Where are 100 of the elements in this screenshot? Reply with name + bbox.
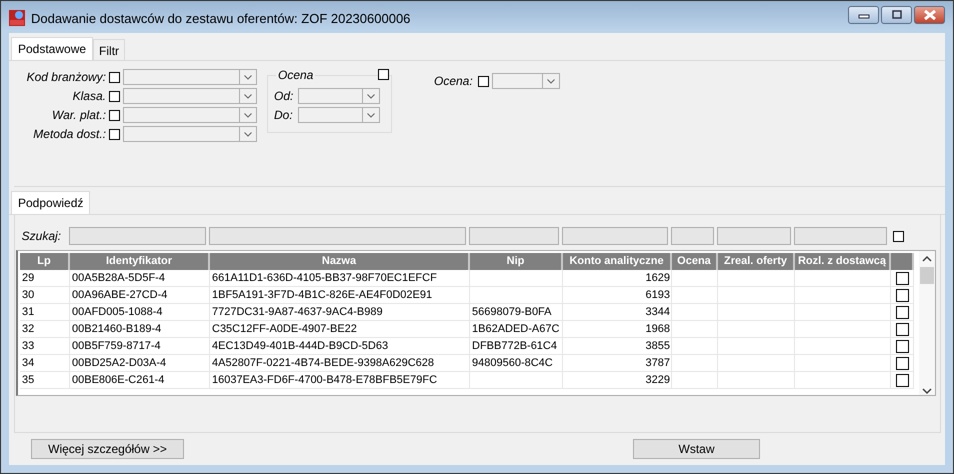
filter-label: Klasa.	[72, 89, 106, 103]
table-cell: 1B62ADED-A67C	[470, 321, 563, 338]
search-field[interactable]	[469, 227, 559, 245]
table-cell: 6193	[563, 287, 672, 304]
table-cell: 00B5F759-8717-4	[70, 338, 210, 355]
table-cell: 1629	[563, 270, 672, 287]
app-icon	[9, 10, 25, 26]
tab[interactable]: Filtr	[93, 39, 126, 60]
table-cell: 4EC13D49-401B-444D-B9CD-5D63	[210, 338, 470, 355]
table-cell	[672, 372, 718, 389]
close-button[interactable]	[914, 6, 945, 24]
checkbox[interactable]	[896, 356, 909, 370]
checkbox[interactable]	[478, 76, 489, 86]
column-header[interactable]: Zreal. oferty	[718, 253, 795, 270]
table-cell: 1968	[563, 321, 672, 338]
close-icon	[922, 10, 936, 20]
chevron-icon	[244, 132, 252, 136]
table-cell: 34	[20, 355, 70, 372]
checkbox[interactable]	[109, 110, 120, 120]
search-field[interactable]	[794, 227, 887, 245]
table-cell: 3787	[563, 355, 672, 372]
chevron-icon	[546, 78, 555, 84]
tab[interactable]: Podstawowe	[11, 37, 94, 60]
table-cell: 56698079-B0FA	[470, 304, 563, 321]
details-button[interactable]: Więcej szczegółów >>	[31, 439, 184, 459]
table-cell: 3229	[563, 372, 672, 389]
column-header[interactable]: Nip	[470, 253, 563, 270]
maximize-icon	[890, 10, 902, 20]
table-cell: 94809560-8C4C	[470, 355, 563, 372]
scroll-up-icon[interactable]	[922, 255, 932, 263]
checkbox[interactable]	[109, 72, 120, 82]
table-cell: 00A96ABE-27CD-4	[70, 287, 210, 304]
table-cell	[672, 287, 718, 304]
table-cell: 4A52807F-0221-4B74-BEDE-9398A629C628	[210, 355, 470, 372]
checkbox[interactable]	[896, 374, 909, 386]
column-header[interactable]: Identyfikator	[70, 253, 210, 270]
table-cell: 16037EA3-FD6F-4700-B478-E78BFB5E79FC	[210, 372, 470, 389]
to-label: Do:	[274, 108, 294, 122]
table-cell: 1BF5A191-3F7D-4B1C-826E-AE4F0D02E91	[210, 287, 470, 304]
table-cell: C35C12FF-A0DE-4907-BE22	[210, 321, 470, 338]
table-cell: 661A11D1-636D-4105-BB37-98F70EC1EFCF	[210, 270, 470, 287]
checkbox[interactable]	[896, 288, 909, 302]
from-label: Od:	[274, 89, 294, 103]
table-cell	[672, 338, 718, 355]
minimize-button[interactable]	[848, 6, 879, 24]
search-field[interactable]	[562, 227, 668, 245]
scroll-thumb[interactable]	[920, 267, 934, 284]
table-cell	[672, 355, 718, 372]
table-cell	[672, 270, 718, 287]
table-cell: 29	[20, 270, 70, 287]
column-header[interactable]: Ocena	[672, 253, 718, 270]
search-field[interactable]	[671, 227, 714, 245]
table-cell: 35	[20, 372, 70, 389]
checkbox[interactable]	[109, 128, 120, 140]
chevron-icon	[367, 112, 375, 118]
table-cell: 32	[20, 321, 70, 338]
search-label: Szukaj:	[20, 229, 61, 243]
chevron-icon	[244, 112, 252, 118]
filter-label: Kod branżowy:	[26, 70, 106, 84]
chevron-icon	[244, 74, 252, 80]
table-cell	[672, 321, 718, 338]
search-field[interactable]	[717, 227, 791, 245]
scroll-down-icon[interactable]	[922, 387, 932, 395]
search-field[interactable]	[209, 227, 466, 245]
column-header[interactable]: Lp	[20, 253, 70, 270]
table-cell: 3344	[563, 304, 672, 321]
tab[interactable]: Podpowiedź	[11, 191, 90, 214]
checkbox[interactable]	[896, 272, 909, 284]
table-cell: 30	[20, 287, 70, 304]
table-cell: 00A5B28A-5D5F-4	[70, 270, 210, 287]
filter-label: Metoda dost.:	[32, 127, 106, 141]
table-cell: 3855	[563, 338, 672, 355]
chevron-icon	[244, 94, 252, 98]
table-cell: 00BD25A2-D03A-4	[70, 355, 210, 372]
window-title: Dodawanie dostawców do zestawu oferentów: ZOF 20230600006	[31, 10, 410, 26]
table-cell: 7727DC31-9A87-4637-9AC4-B989	[210, 304, 470, 321]
column-header[interactable]: Konto analityczne	[563, 253, 672, 270]
checkbox[interactable]	[378, 69, 389, 80]
scrollbar[interactable]	[919, 251, 935, 395]
checkbox[interactable]	[896, 306, 909, 318]
grade-label: Ocena:	[434, 74, 473, 88]
column-header[interactable]: Nazwa	[210, 253, 470, 270]
checkbox[interactable]	[896, 322, 909, 336]
table-cell: 00AFD005-1088-4	[70, 304, 210, 321]
table-cell: 31	[20, 304, 70, 321]
table-cell: 00B21460-B189-4	[70, 321, 210, 338]
table-cell: DFBB772B-61C4	[470, 338, 563, 355]
insert-button[interactable]: Wstaw	[633, 439, 760, 459]
chevron-icon	[367, 94, 375, 98]
search-field[interactable]	[69, 227, 206, 245]
filter-label: War. plat.:	[50, 108, 106, 122]
group-title: Ocena	[276, 68, 316, 82]
table-cell	[672, 304, 718, 321]
checkbox[interactable]	[896, 340, 909, 352]
maximize-button[interactable]	[881, 6, 912, 24]
checkbox[interactable]	[893, 230, 904, 242]
table-cell: 33	[20, 338, 70, 355]
column-header[interactable]: Rozl. z dostawcą	[795, 253, 891, 270]
table-cell: 00BE806E-C261-4	[70, 372, 210, 389]
checkbox[interactable]	[109, 90, 120, 102]
